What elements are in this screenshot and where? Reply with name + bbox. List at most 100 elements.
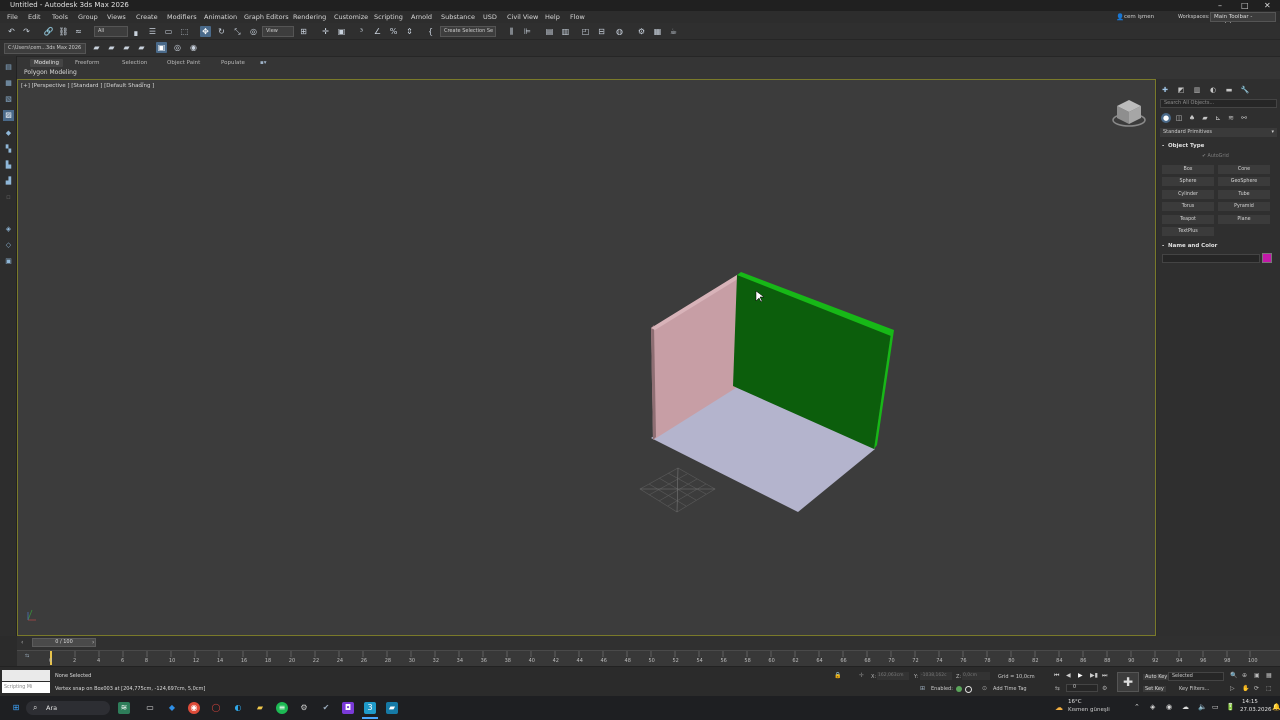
select-by-name-icon[interactable]: ☰ [147, 26, 158, 37]
orbit-view-icon[interactable]: ⟳ [1254, 685, 1259, 692]
auto-key-button[interactable]: Auto Key [1143, 674, 1170, 680]
cameras-filter-icon[interactable]: ▣ [3, 256, 14, 267]
time-tag-icon[interactable]: ⊙ [982, 685, 987, 692]
shapes-filter-icon[interactable]: ◇ [3, 240, 14, 251]
user-icon[interactable]: 👤 [1116, 11, 1124, 23]
chrome-icon[interactable]: ◉ [188, 702, 200, 714]
percent-snap-icon[interactable]: % [388, 26, 399, 37]
battery-icon[interactable]: 🔋 [1226, 703, 1235, 711]
zoom-all-icon[interactable]: ⊕ [1242, 672, 1247, 679]
edge-icon[interactable]: ◐ [232, 702, 244, 714]
lights-category-icon[interactable]: ♠ [1187, 113, 1197, 123]
create-tool-icon[interactable]: ▤ [3, 62, 14, 73]
menu-customize[interactable]: Customize [334, 11, 368, 23]
menu-group[interactable]: Group [78, 11, 98, 23]
3dsmax-second-icon[interactable]: ▰ [386, 702, 398, 714]
unlink-icon[interactable]: ⛓ [58, 26, 69, 37]
rendered-frame-window-icon[interactable]: ▦ [652, 26, 663, 37]
enabled-indicator[interactable] [956, 686, 962, 692]
new-folder-icon[interactable]: ▰ [106, 42, 117, 53]
select-place-icon[interactable]: ◎ [248, 26, 259, 37]
select-object-icon[interactable]: ▖ [132, 26, 143, 37]
rollout-name-color[interactable]: - Name and Color [1160, 241, 1277, 251]
next-frame-icon[interactable]: ▶▮ [1090, 672, 1098, 679]
tray-steam-icon[interactable]: ◉ [1166, 703, 1172, 711]
box-button[interactable]: Box [1162, 165, 1214, 174]
link-icon[interactable]: 🔗 [43, 26, 54, 37]
window-crossing-icon[interactable]: ⬚ [179, 26, 190, 37]
menu-views[interactable]: Views [107, 11, 126, 23]
geosphere-button[interactable]: GeoSphere [1218, 177, 1270, 186]
rect-selection-icon[interactable]: ▭ [163, 26, 174, 37]
object-name-field[interactable] [1162, 254, 1260, 263]
maximize-viewport-icon[interactable]: ⬚ [1266, 685, 1272, 692]
menu-usd[interactable]: USD [483, 11, 497, 23]
display-filter-icon[interactable]: ▧ [3, 94, 14, 105]
selection-filter-side-icon[interactable]: ▨ [3, 110, 14, 121]
plane-button[interactable]: Plane [1218, 215, 1270, 224]
teapot-button[interactable]: Teapot [1162, 215, 1214, 224]
tab-populate[interactable]: Populate [221, 59, 245, 67]
modify-panel-icon[interactable]: ◩ [1176, 85, 1186, 95]
spinner-snap-icon[interactable]: ⇕ [404, 26, 415, 37]
menu-create[interactable]: Create [136, 11, 158, 23]
goto-end-icon[interactable]: ⏭ [1102, 672, 1107, 680]
track-bar[interactable]: ⇆ 0 2 4 6 8 10 12 14 16 18 20 22 24 26 28 30 32 34 36 38 40 4… [17, 650, 1280, 666]
align-icon[interactable]: ⊫ [522, 26, 533, 37]
cone-button[interactable]: Cone [1218, 165, 1270, 174]
widget-icon[interactable]: ≋ [118, 702, 130, 714]
render-production-icon[interactable]: ☕ [668, 26, 679, 37]
taskbar-search[interactable]: ⌕ Ara [26, 701, 110, 715]
track-bar-menu-icon[interactable]: ⇆ [25, 653, 29, 659]
menu-arnold[interactable]: Arnold [411, 11, 432, 23]
shapes-icon[interactable]: ◫ [1174, 113, 1184, 123]
object-color-swatch[interactable] [1262, 253, 1272, 263]
manipulate-icon[interactable]: ✛ [320, 26, 331, 37]
opera-icon[interactable]: ◯ [210, 702, 222, 714]
time-slider[interactable]: ‹ 0 / 100 › [17, 636, 1280, 650]
geometry-filter-icon[interactable]: ◈ [3, 224, 14, 235]
select-scale-icon[interactable]: ⤡ [232, 26, 243, 37]
y-coordinate-field[interactable]: -1038,162c [920, 672, 952, 680]
pyramid-button[interactable]: Pyramid [1218, 202, 1270, 211]
key-mode-dropdown[interactable]: Selected [1168, 672, 1224, 681]
x-coordinate-field[interactable]: 162,063cm [877, 672, 909, 680]
primitive-category-dropdown[interactable]: Standard Primitives ▾ [1160, 128, 1277, 137]
menu-substance[interactable]: Substance [441, 11, 475, 23]
tray-app-icon[interactable]: ◈ [1150, 703, 1155, 711]
zoom-icon[interactable]: 🔍 [1230, 672, 1237, 679]
set-key-big-button[interactable]: ✚ [1117, 672, 1139, 692]
time-slider-thumb[interactable]: 0 / 100 [32, 638, 96, 647]
curve-editor-icon[interactable]: ◰ [580, 26, 591, 37]
textplus-button[interactable]: TextPlus [1162, 227, 1214, 236]
file-explorer-icon[interactable]: ▰ [254, 702, 266, 714]
clock-time[interactable]: 14:15 [1242, 699, 1258, 705]
torus-button[interactable]: Torus [1162, 202, 1214, 211]
autogrid-checkbox[interactable]: ✔ AutoGrid [1202, 154, 1229, 159]
project-path-field[interactable]: C:\Users\cem...3ds Max 2026 [4, 43, 86, 54]
goto-start-icon[interactable]: ⏮ [1054, 672, 1059, 680]
viewport-layout-icon[interactable]: ▣ [156, 42, 167, 53]
redo-icon[interactable]: ↷ [21, 26, 32, 37]
menu-tools[interactable]: Tools [52, 11, 68, 23]
isolate-icon[interactable]: ◎ [172, 42, 183, 53]
workspace-dropdown[interactable]: Main Toolbar - modular [1210, 12, 1276, 28]
3dsmax-taskbar-icon[interactable]: 3 [364, 702, 376, 714]
render-setup-icon[interactable]: ⚙ [636, 26, 647, 37]
scene-explorer-side-icon[interactable]: ▦ [3, 78, 14, 89]
z-coordinate-field[interactable]: 0,0cm [962, 672, 990, 680]
fov-icon[interactable]: ▷ [1230, 685, 1235, 692]
freeze-icon[interactable]: ▫ [3, 192, 14, 203]
zoom-extents-icon[interactable]: ▣ [1254, 672, 1260, 679]
slider-next-icon[interactable]: › [92, 639, 94, 646]
spotify-icon[interactable]: ≡ [276, 702, 288, 714]
play-icon[interactable]: ▶ [1078, 672, 1083, 679]
maxscript-listener[interactable] [2, 670, 50, 681]
time-config-icon[interactable]: ⇆ [1055, 685, 1060, 692]
menu-edit[interactable]: Edit [28, 11, 41, 23]
task-view-icon[interactable]: ▭ [144, 702, 156, 714]
minimize-button[interactable]: – [1218, 0, 1222, 11]
menu-animation[interactable]: Animation [204, 11, 237, 23]
material-editor-icon[interactable]: ◍ [614, 26, 625, 37]
clock-date[interactable]: 27.03.2026 [1240, 707, 1272, 713]
